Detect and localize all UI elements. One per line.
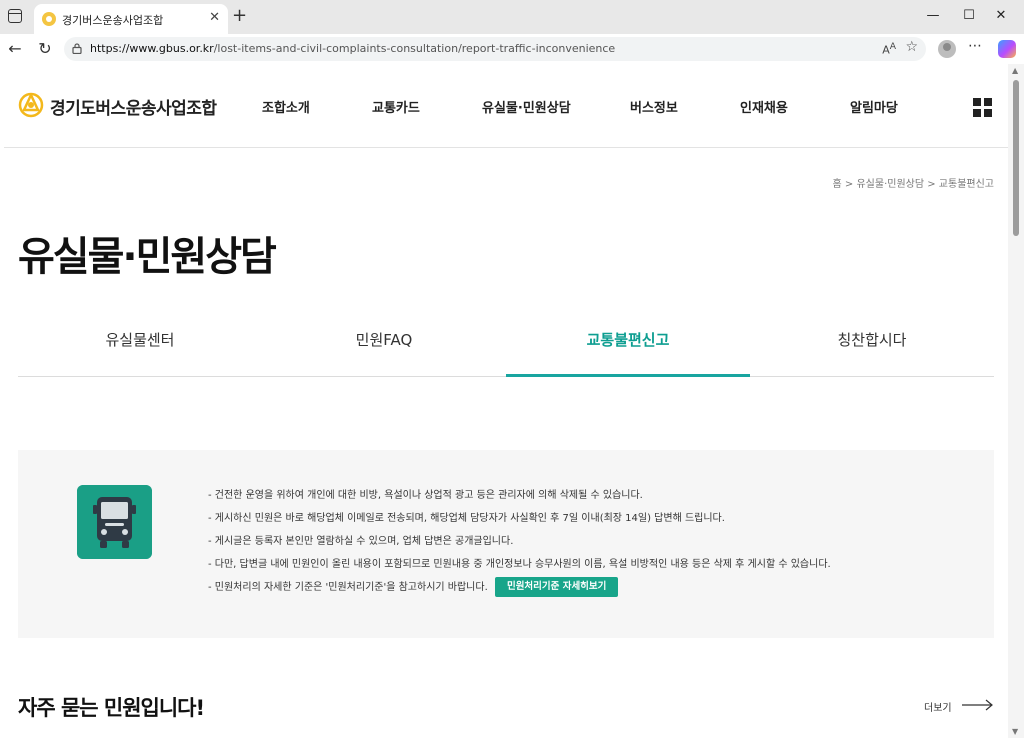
site-logo-text[interactable]: 경기도버스운송사업조합: [50, 94, 217, 119]
tab-title: 경기버스운송사업조합: [62, 14, 164, 27]
profile-avatar-icon[interactable]: [938, 40, 956, 58]
notice-item-with-button: - 민원처리의 자세한 기준은 '민원처리기준'을 참고하시기 바랍니다. 민원…: [208, 576, 831, 599]
tab-complaint-faq[interactable]: 민원FAQ: [262, 317, 506, 377]
more-options-icon[interactable]: ⋯: [968, 38, 982, 54]
page-viewport: 경기도버스운송사업조합 조합소개 교통카드 유실물·민원상담 버스정보 인재채용…: [4, 64, 1008, 738]
bus-icon: [77, 485, 152, 559]
reload-icon[interactable]: ↻: [34, 38, 56, 60]
scroll-up-icon[interactable]: ▲: [1012, 66, 1018, 75]
page-scrollbar[interactable]: ▲ ▼: [1008, 64, 1024, 738]
notice-item: - 다만, 답변글 내에 민원인이 올린 내용이 포함되므로 민원내용 중 개인…: [208, 559, 831, 570]
site-favicon-icon: [42, 12, 56, 26]
notice-item: - 게시글은 등록자 본인만 열람하실 수 있으며, 업체 답변은 공개글입니다…: [208, 536, 514, 547]
page-title: 유실물·민원상담: [18, 234, 277, 280]
notice-item-text: - 민원처리의 자세한 기준은 '민원처리기준'을 참고하시기 바랍니다.: [208, 582, 488, 593]
all-menu-grid-icon[interactable]: [973, 98, 993, 118]
nav-item-transit-card[interactable]: 교통카드: [372, 97, 420, 116]
nav-item-about[interactable]: 조합소개: [262, 97, 310, 116]
tab-traffic-inconvenience-report[interactable]: 교통불편신고: [506, 317, 750, 377]
site-header: 경기도버스운송사업조합 조합소개 교통카드 유실물·민원상담 버스정보 인재채용…: [4, 64, 1008, 148]
notice-item: - 게시하신 민원은 바로 해당업체 이메일로 전송되며, 해당업체 담당자가 …: [208, 513, 725, 524]
scrollbar-thumb[interactable]: [1013, 80, 1019, 236]
breadcrumb: 홈 > 유실물·민원상담 > 교통불편신고: [832, 179, 994, 190]
favorite-star-icon[interactable]: ☆: [905, 39, 918, 55]
browser-tab[interactable]: 경기버스운송사업조합 ✕: [34, 4, 228, 34]
complaint-criteria-button[interactable]: 민원처리기준 자세히보기: [494, 577, 619, 597]
browser-toolbar: ← ↻ https://www.gbus.or.kr/lost-items-an…: [0, 34, 1024, 64]
nav-item-bus-info[interactable]: 버스정보: [630, 97, 678, 116]
tab-lost-items-center[interactable]: 유실물센터: [18, 317, 262, 377]
notice-list: - 건전한 운영을 위하여 개인에 대한 비방, 욕설이나 상업적 광고 등은 …: [208, 484, 831, 599]
nav-item-lost-and-complaints[interactable]: 유실물·민원상담: [482, 97, 571, 116]
nav-item-recruitment[interactable]: 인재채용: [740, 97, 788, 116]
arrow-right-icon[interactable]: [962, 698, 994, 712]
notice-item: - 건전한 운영을 위하여 개인에 대한 비방, 욕설이나 상업적 광고 등은 …: [208, 490, 643, 501]
new-tab-icon[interactable]: +: [232, 6, 247, 26]
faq-section-title: 자주 묻는 민원입니다!: [18, 696, 205, 720]
more-link[interactable]: 더보기: [924, 699, 952, 714]
tab-close-icon[interactable]: ✕: [209, 10, 220, 25]
back-arrow-icon[interactable]: ←: [4, 38, 26, 60]
notice-box: - 건전한 운영을 위하여 개인에 대한 비방, 욕설이나 상업적 광고 등은 …: [18, 450, 994, 638]
sub-tab-bar: 유실물센터 민원FAQ 교통불편신고 칭찬합시다: [18, 317, 994, 377]
nav-item-notices[interactable]: 알림마당: [850, 97, 898, 116]
url-text: https://www.gbus.or.kr/lost-items-and-ci…: [90, 42, 616, 55]
logo-icon[interactable]: [18, 92, 44, 118]
tab-compliments[interactable]: 칭찬합시다: [750, 317, 994, 377]
read-aloud-icon[interactable]: AA: [882, 41, 896, 57]
window-maximize-icon[interactable]: ☐: [954, 6, 984, 26]
scroll-down-icon[interactable]: ▼: [1012, 727, 1018, 736]
window-minimize-icon[interactable]: —: [918, 6, 948, 26]
browser-tab-bar: 경기버스운송사업조합 ✕ + — ☐ ✕: [0, 0, 1024, 34]
tab-actions-icon[interactable]: [8, 9, 22, 23]
window-close-icon[interactable]: ✕: [986, 6, 1016, 26]
lock-icon: [72, 43, 82, 54]
copilot-icon[interactable]: [998, 40, 1016, 58]
address-bar[interactable]: https://www.gbus.or.kr/lost-items-and-ci…: [64, 37, 926, 61]
